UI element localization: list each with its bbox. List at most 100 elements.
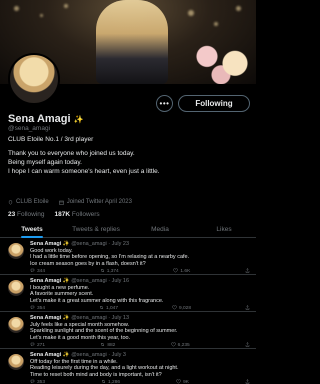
reply-button[interactable]: 344	[30, 268, 45, 275]
following-stat[interactable]: 23 Following	[8, 211, 45, 218]
profile-avatar[interactable]	[8, 53, 60, 105]
tweet-header: Sena Amagi ✨ @sena_amagi · July 3	[30, 352, 126, 358]
reply-button[interactable]: 271	[30, 342, 45, 349]
tweet-line: Let's make it a great summer along with …	[30, 297, 164, 304]
like-button[interactable]: 1.6K	[173, 268, 190, 275]
tweet-meta: @sena_amagi · July 16	[71, 278, 130, 284]
reply-icon	[30, 379, 35, 384]
tweet-actions: 354 1,047 9,028	[30, 305, 250, 312]
share-button[interactable]	[245, 305, 250, 312]
retweet-count: 1,286	[108, 380, 121, 384]
tweet-text: I bought a new perfume. A favorite summer…	[30, 285, 163, 304]
tweet-line: Let's make it a good month this year, to…	[30, 334, 131, 341]
tweet-author[interactable]: Sena Amagi ✨	[30, 315, 70, 321]
tweet-header: Sena Amagi ✨ @sena_amagi · July 13	[30, 315, 129, 321]
tweet-meta: @sena_amagi · July 23	[71, 241, 130, 247]
tweet-line: Reading leisurely during the day, and a …	[30, 365, 179, 372]
tab-tweets-replies[interactable]: Tweets & replies	[64, 222, 128, 237]
retweet-button[interactable]: 1,047	[99, 305, 118, 312]
following-count: 23	[8, 211, 16, 218]
like-icon	[176, 379, 181, 384]
location-text: CLUB Etoile	[16, 199, 49, 205]
share-icon	[245, 305, 250, 312]
profile-meta: CLUB Etoile Joined Twitter April 2023	[8, 199, 132, 205]
share-icon	[245, 268, 250, 275]
bio-line: Thank you to everyone who joined us toda…	[8, 150, 135, 157]
location-pin-icon	[8, 199, 13, 205]
like-button[interactable]: 9K	[176, 379, 189, 384]
tweet-header: Sena Amagi ✨ @sena_amagi · July 16	[30, 278, 129, 284]
tweet-actions: 353 1,286 9K	[30, 379, 250, 384]
like-count: 1.6K	[180, 269, 191, 274]
like-icon	[172, 305, 177, 312]
reply-count: 271	[37, 343, 46, 348]
bio-line: Being myself again today.	[8, 159, 82, 166]
retweet-icon	[99, 305, 104, 312]
tweet-list: Sena Amagi ✨ @sena_amagi · July 23 Good w…	[0, 238, 256, 384]
retweet-icon	[101, 379, 106, 384]
like-icon	[170, 342, 176, 349]
tweet-row[interactable]: Sena Amagi ✨ @sena_amagi · July 16 I boug…	[0, 275, 256, 312]
retweet-button[interactable]: 882	[100, 342, 115, 349]
banner-bokeh	[188, 10, 194, 16]
tweet-header: Sena Amagi ✨ @sena_amagi · July 23	[30, 241, 129, 247]
profile-name-row: Sena Amagi ✨	[8, 113, 84, 125]
reply-count: 353	[37, 380, 46, 384]
like-button[interactable]: 9,028	[172, 305, 191, 312]
like-count: 6,235	[177, 343, 190, 348]
tweet-line: Time to reset both mind and body is impo…	[30, 371, 162, 378]
profile-handle: @sena_amagi	[8, 125, 51, 132]
tweet-line: Ice cream season goes by in a flash, doe…	[30, 260, 146, 267]
banner-bokeh	[214, 22, 218, 26]
banner-flowers	[186, 38, 256, 84]
banner-bokeh	[236, 6, 241, 11]
joined-text: Joined Twitter April 2023	[66, 199, 132, 205]
following-label: Following	[17, 211, 45, 218]
tweet-actions: 344 1,374 1.6K	[30, 268, 250, 275]
tab-media[interactable]: Media	[128, 222, 192, 237]
tweet-avatar[interactable]	[8, 354, 24, 370]
tweet-meta: @sena_amagi · July 13	[71, 315, 130, 321]
retweet-icon	[100, 342, 105, 349]
tweet-actions: 271 882 6,235	[30, 342, 250, 349]
tweet-text: Good work today. I had a little time befo…	[30, 248, 189, 267]
reply-button[interactable]: 354	[30, 305, 45, 312]
retweet-count: 1,374	[106, 269, 119, 274]
tab-likes[interactable]: Likes	[192, 222, 256, 237]
retweet-button[interactable]: 1,374	[100, 268, 119, 275]
tweet-author[interactable]: Sena Amagi ✨	[30, 241, 70, 247]
tweet-avatar[interactable]	[8, 280, 24, 296]
tweet-author[interactable]: Sena Amagi ✨	[30, 352, 70, 358]
reply-count: 354	[37, 306, 46, 311]
tweet-row[interactable]: Sena Amagi ✨ @sena_amagi · July 13 July f…	[0, 312, 256, 349]
tweet-meta: @sena_amagi · July 3	[71, 352, 126, 358]
like-count: 9,028	[179, 306, 192, 311]
tweet-text: July feels like a special month somehow.…	[30, 322, 177, 341]
retweet-button[interactable]: 1,286	[101, 379, 120, 384]
tweet-row[interactable]: Sena Amagi ✨ @sena_amagi · July 3 Off tod…	[0, 349, 256, 384]
followers-count: 187K	[54, 211, 71, 218]
tweet-avatar[interactable]	[8, 317, 24, 333]
bio-line: CLUB Etoile No.1 / 3rd player	[8, 136, 94, 143]
calendar-icon	[58, 200, 64, 205]
more-icon: •••	[159, 99, 170, 108]
tweet-row[interactable]: Sena Amagi ✨ @sena_amagi · July 23 Good w…	[0, 238, 256, 275]
reply-icon	[30, 305, 35, 312]
reply-button[interactable]: 353	[30, 379, 45, 384]
tweet-avatar[interactable]	[8, 243, 24, 259]
like-button[interactable]: 6,235	[170, 342, 190, 349]
share-button[interactable]	[245, 379, 250, 384]
banner-bokeh	[40, 14, 43, 17]
bio-line: I hope I can warm someone's heart, even …	[8, 168, 160, 175]
followers-stat[interactable]: 187K Followers	[55, 211, 100, 218]
share-button[interactable]	[245, 342, 250, 349]
share-button[interactable]	[245, 268, 250, 275]
banner-bokeh	[64, 4, 68, 8]
retweet-icon	[100, 268, 105, 275]
following-button[interactable]: Following	[178, 95, 250, 112]
tweet-author[interactable]: Sena Amagi ✨	[30, 278, 70, 284]
tab-tweets[interactable]: Tweets	[0, 222, 64, 238]
location-item: CLUB Etoile	[8, 199, 49, 205]
more-options-button[interactable]: •••	[156, 95, 173, 112]
profile-tabs: Tweets Tweets & replies Media Likes	[0, 222, 256, 238]
